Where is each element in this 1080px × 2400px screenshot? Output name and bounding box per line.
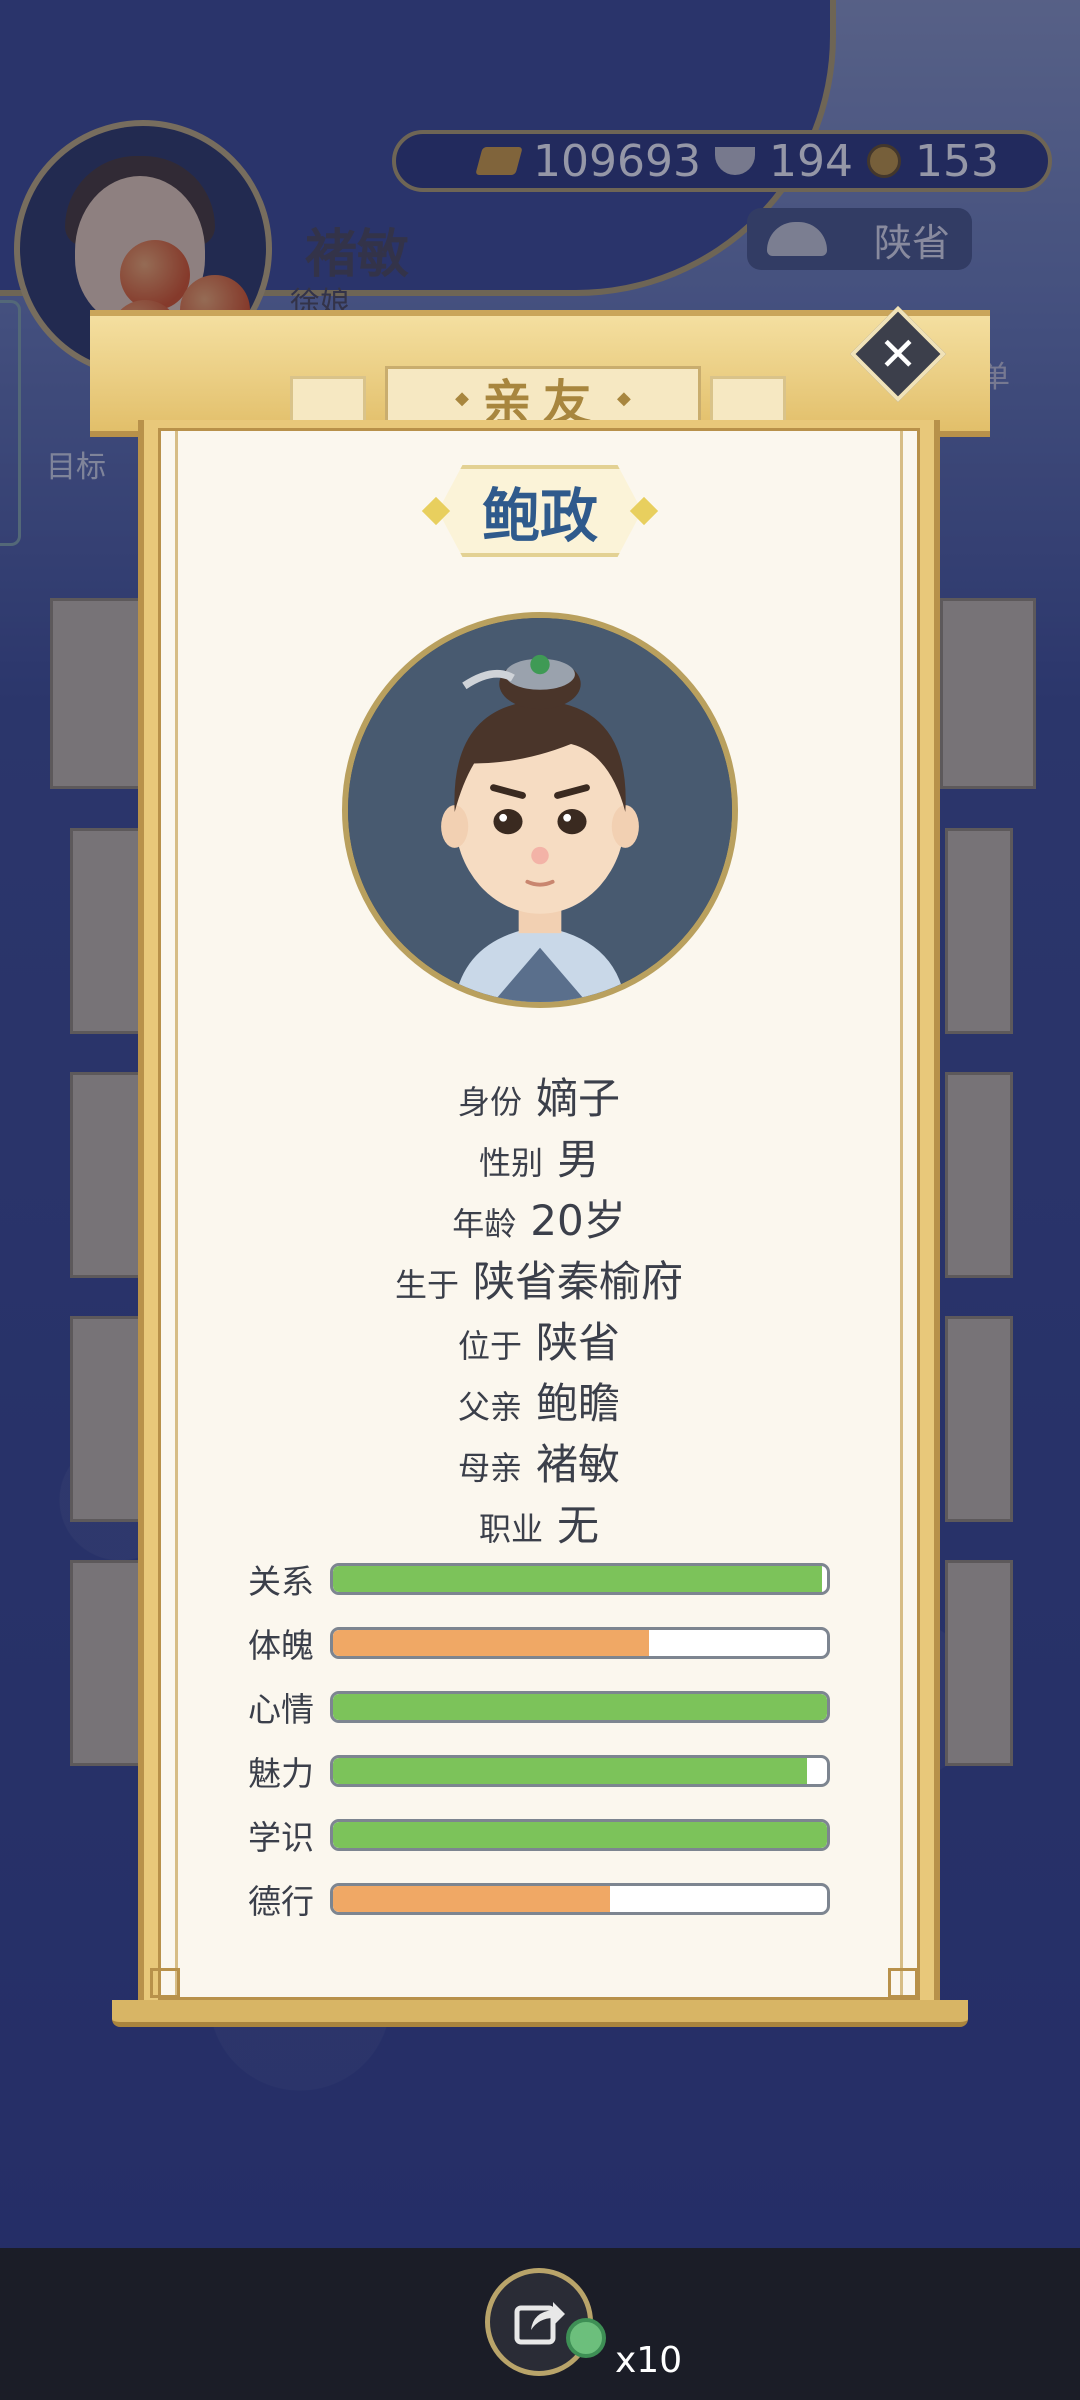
info-value: 陕省 xyxy=(536,1318,621,1367)
stat-bar-fill xyxy=(333,1822,827,1848)
stat-row-virtue: 德行 xyxy=(248,1882,830,1921)
close-icon[interactable]: ✕ xyxy=(864,320,932,388)
stat-row-physique: 体魄 xyxy=(248,1626,830,1665)
info-value: 褚敏 xyxy=(536,1440,621,1489)
info-key: 位于 xyxy=(457,1327,522,1365)
stat-bar xyxy=(330,1563,830,1595)
info-row-age: 年龄 20岁 xyxy=(158,1187,920,1248)
boy-portrait-icon xyxy=(348,618,732,1002)
info-value: 无 xyxy=(557,1501,600,1550)
stat-label: 心情 xyxy=(248,1690,314,1729)
stat-bar-fill xyxy=(333,1566,823,1592)
share-reward-count: x10 xyxy=(615,2340,683,2381)
stat-bar xyxy=(330,1883,830,1915)
info-key: 职业 xyxy=(478,1510,543,1548)
stat-label: 德行 xyxy=(248,1882,314,1921)
stat-bar-fill xyxy=(333,1886,610,1912)
info-key: 身份 xyxy=(457,1083,522,1121)
info-key: 母亲 xyxy=(457,1449,522,1487)
info-value: 鲍瞻 xyxy=(536,1379,621,1428)
name-plate: 鲍政 xyxy=(420,465,660,557)
stat-row-charm: 魅力 xyxy=(248,1754,830,1793)
info-key: 年龄 xyxy=(452,1205,517,1243)
info-row-gender: 性别男 xyxy=(158,1126,920,1187)
info-row-occupation: 职业无 xyxy=(158,1492,920,1553)
jade-token-icon xyxy=(566,2318,606,2358)
info-value: 20岁 xyxy=(530,1196,626,1245)
info-row-father: 父亲 鲍瞻 xyxy=(158,1370,920,1431)
info-row-mother: 母亲 褚敏 xyxy=(158,1431,920,1492)
stat-bar-fill xyxy=(333,1630,650,1656)
stat-bar-fill xyxy=(333,1758,808,1784)
relative-name: 鲍政 xyxy=(481,482,598,550)
stat-label: 魅力 xyxy=(248,1754,314,1793)
info-value: 陕省秦榆府 xyxy=(473,1257,684,1306)
stat-row-relationship: 关系 xyxy=(248,1562,830,1601)
stat-label: 体魄 xyxy=(248,1626,314,1665)
stat-bar xyxy=(330,1627,830,1659)
stat-label: 关系 xyxy=(248,1562,314,1601)
stat-row-mood: 心情 xyxy=(248,1690,830,1729)
info-key: 生于 xyxy=(394,1266,459,1304)
stat-bar xyxy=(330,1755,830,1787)
info-row-birthplace: 生于 陕省秦榆府 xyxy=(158,1248,920,1309)
info-value: 嫡子 xyxy=(536,1074,621,1123)
diamond-icon: ◆ xyxy=(455,387,469,409)
stat-bar xyxy=(330,1691,830,1723)
relative-portrait xyxy=(342,612,738,1008)
corner-ornament xyxy=(150,1968,180,1998)
diamond-icon: ◆ xyxy=(617,387,631,409)
info-row-identity: 身份 嫡子 xyxy=(158,1065,920,1126)
stat-label: 学识 xyxy=(248,1818,314,1857)
info-key: 性别 xyxy=(478,1144,543,1182)
info-row-location: 位于 陕省 xyxy=(158,1309,920,1370)
stat-bar xyxy=(330,1819,830,1851)
corner-ornament xyxy=(888,1968,918,1998)
stat-bar-fill xyxy=(333,1694,827,1720)
share-icon xyxy=(514,2302,565,2345)
stat-row-knowledge: 学识 xyxy=(248,1818,830,1857)
info-value: 男 xyxy=(557,1135,600,1184)
info-key: 父亲 xyxy=(457,1388,522,1426)
dialog-footer xyxy=(112,2000,968,2027)
